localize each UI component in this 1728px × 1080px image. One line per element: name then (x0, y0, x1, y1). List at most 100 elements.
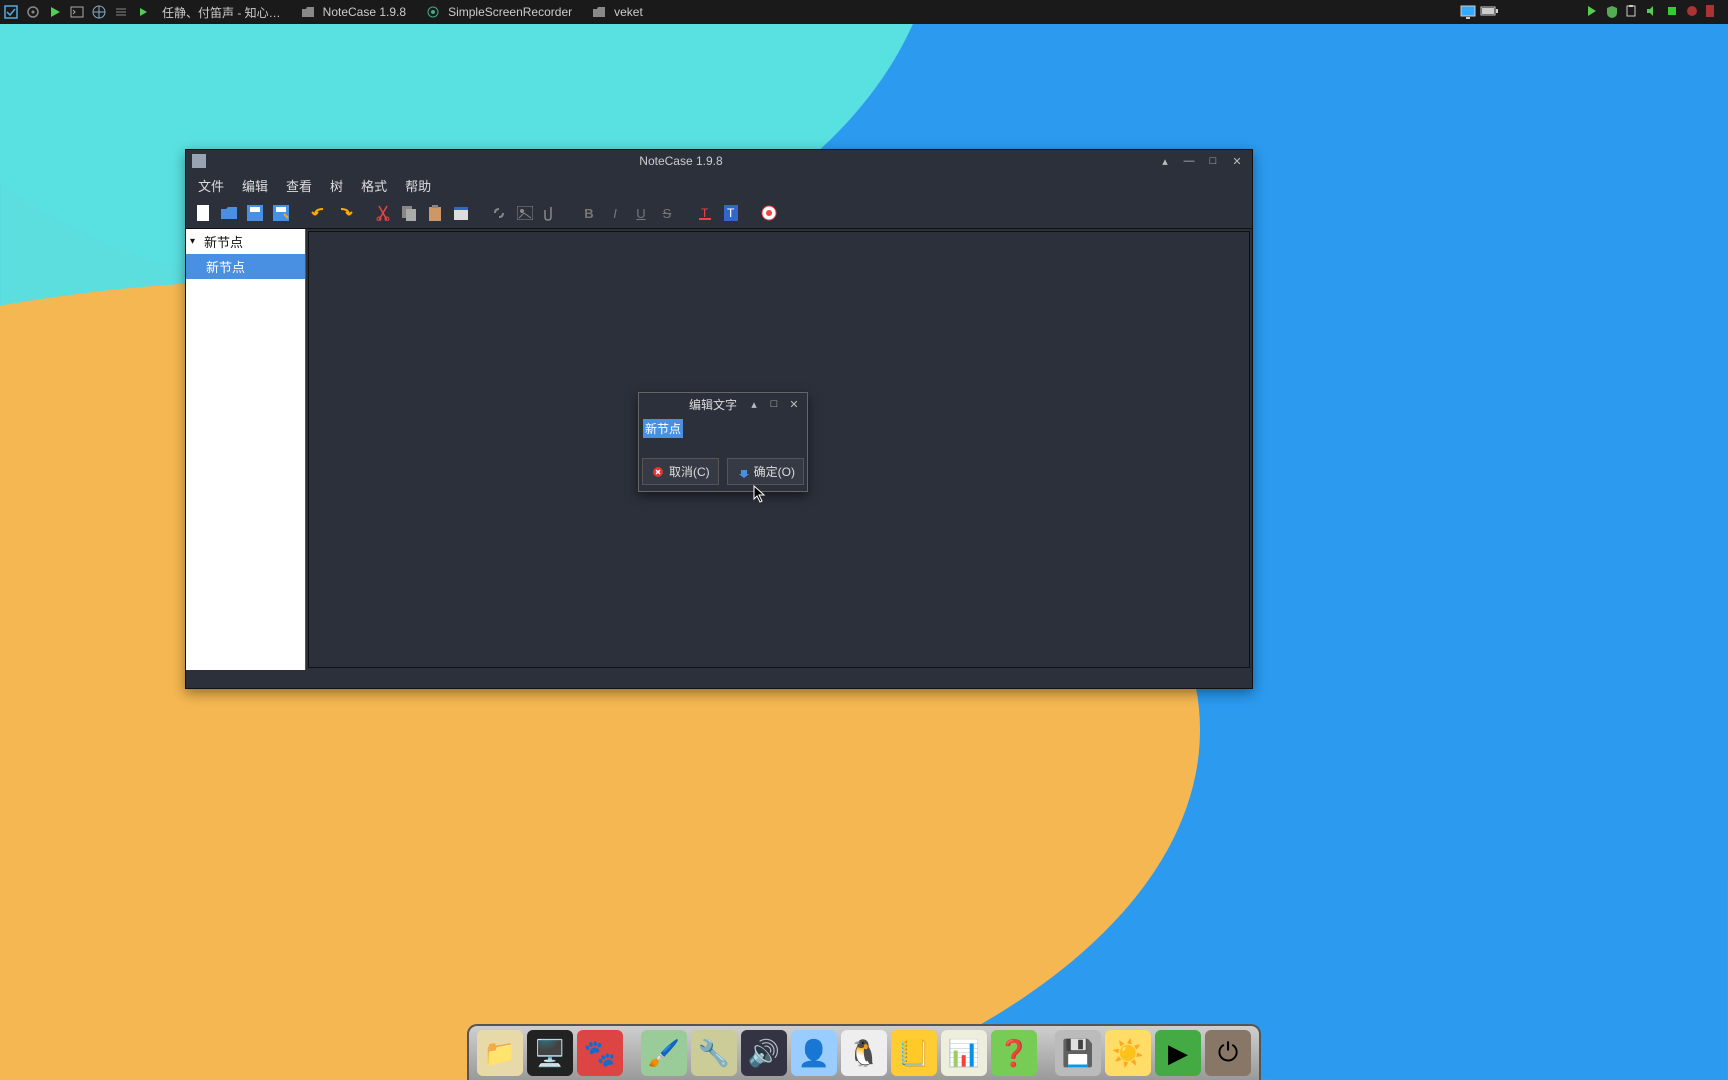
toolbar-help-icon[interactable] (758, 202, 780, 224)
system-tray (1460, 5, 1728, 19)
clock-tray-icon[interactable] (1686, 5, 1700, 19)
svg-text:T: T (701, 206, 709, 220)
ok-button[interactable]: 确定(O) (727, 458, 804, 485)
menu-view[interactable]: 查看 (278, 174, 320, 197)
tree-item-label: 新节点 (206, 257, 245, 276)
close-button[interactable]: ✕ (1230, 154, 1244, 168)
toolbar-copy-icon[interactable] (398, 202, 420, 224)
toolbar-redo-icon[interactable] (334, 202, 356, 224)
toolbar-strike-icon[interactable]: S (656, 202, 678, 224)
play-icon[interactable] (47, 4, 63, 20)
menu-help[interactable]: 帮助 (397, 174, 439, 197)
dock-help-icon[interactable]: ❓ (991, 1030, 1037, 1076)
expand-icon[interactable]: ▾ (190, 236, 200, 247)
dock-audio-icon[interactable]: 🔊 (741, 1030, 787, 1076)
dialog-maximize-button[interactable]: □ (767, 397, 781, 411)
dock-drive-icon[interactable]: 💾 (1055, 1030, 1101, 1076)
menubar: 文件 编辑 查看 树 格式 帮助 (186, 172, 1252, 198)
toolbar-attach-icon[interactable] (540, 202, 562, 224)
menu-format[interactable]: 格式 (353, 174, 395, 197)
menu-lines-icon[interactable] (113, 4, 129, 20)
taskbar-item-notecase[interactable]: NoteCase 1.9.8 (289, 0, 414, 24)
ok-icon (736, 465, 750, 479)
settings-gear-icon[interactable] (25, 4, 41, 20)
play-small-icon[interactable] (135, 4, 151, 20)
dock-notes-icon[interactable]: 📒 (891, 1030, 937, 1076)
minimize-button[interactable]: — (1182, 154, 1196, 168)
shade-button[interactable]: ▴ (1158, 154, 1172, 168)
menu-file[interactable]: 文件 (190, 174, 232, 197)
system-menu-icon[interactable] (3, 4, 19, 20)
toolbar-underline-icon[interactable]: U (630, 202, 652, 224)
toolbar-italic-icon[interactable]: I (604, 202, 626, 224)
tree-panel[interactable]: ▾ 新节点 新节点 (186, 229, 306, 670)
cancel-button[interactable]: 取消(C) (642, 458, 719, 485)
toolbar-open-icon[interactable] (218, 202, 240, 224)
dialog-input[interactable]: 新节点 (643, 419, 683, 438)
edit-text-dialog: 编辑文字 ▴ □ ✕ 新节点 取消(C) 确定(O) (638, 392, 808, 492)
volume-tray-icon[interactable] (1646, 5, 1660, 19)
dock-power-icon[interactable]: ⏻ (1205, 1030, 1251, 1076)
terminal-icon[interactable] (69, 4, 85, 20)
dock-paint-icon[interactable]: 🖌️ (641, 1030, 687, 1076)
tree-child-item[interactable]: 新节点 (186, 254, 305, 279)
toolbar-paste-icon[interactable] (424, 202, 446, 224)
toolbar-link-icon[interactable] (488, 202, 510, 224)
network-tray-icon[interactable] (1666, 5, 1680, 19)
taskbar-item-label: 任静、付笛声 - 知心… (162, 4, 281, 21)
toolbar-image-icon[interactable] (514, 202, 536, 224)
taskbar-item-music[interactable]: 任静、付笛声 - 知心… (154, 0, 289, 24)
dock-files-icon[interactable]: 📁 (477, 1030, 523, 1076)
shield-tray-icon[interactable] (1606, 5, 1620, 19)
dock-display-icon[interactable]: 🖥️ (527, 1030, 573, 1076)
clipboard-tray-icon[interactable] (1626, 5, 1640, 19)
tree-item-label: 新节点 (204, 232, 243, 251)
taskbar-item-veket[interactable]: veket (580, 0, 651, 24)
dialog-shade-button[interactable]: ▴ (747, 397, 761, 411)
menu-edit[interactable]: 编辑 (234, 174, 276, 197)
indicator-tray-icon[interactable] (1706, 5, 1720, 19)
toolbar-save-icon[interactable] (244, 202, 266, 224)
taskbar-item-recorder[interactable]: SimpleScreenRecorder (414, 0, 580, 24)
folder-icon (300, 4, 316, 20)
dock-penguin-icon[interactable]: 🐧 (841, 1030, 887, 1076)
taskbar-item-label: SimpleScreenRecorder (448, 5, 572, 19)
globe-icon[interactable] (91, 4, 107, 20)
window-titlebar[interactable]: NoteCase 1.9.8 ▴ — □ ✕ (186, 150, 1252, 172)
dialog-close-button[interactable]: ✕ (787, 397, 801, 411)
toolbar-saveas-icon[interactable] (270, 202, 292, 224)
dock-tool-icon[interactable]: 🔧 (691, 1030, 737, 1076)
dock-play-icon[interactable]: ▶ (1155, 1030, 1201, 1076)
svg-text:T: T (727, 206, 735, 220)
toolbar-undo-icon[interactable] (308, 202, 330, 224)
dock: 📁 🖥️ 🐾 🖌️ 🔧 🔊 👤 🐧 📒 📊 ❓ 💾 ☀️ ▶ ⏻ (467, 1024, 1261, 1080)
toolbar: B I U S T T (186, 198, 1252, 228)
display-tray-icon[interactable] (1460, 5, 1474, 19)
menu-tree[interactable]: 树 (322, 174, 351, 197)
dock-pet-icon[interactable]: 🐾 (577, 1030, 623, 1076)
cancel-label: 取消(C) (669, 463, 710, 480)
app-icon (192, 154, 206, 168)
toolbar-new-icon[interactable] (192, 202, 214, 224)
top-taskbar: 任静、付笛声 - 知心… NoteCase 1.9.8 SimpleScreen… (0, 0, 1728, 24)
dock-brightness-icon[interactable]: ☀️ (1105, 1030, 1151, 1076)
toolbar-bgcolor-icon[interactable]: T (720, 202, 742, 224)
dialog-title: 编辑文字 (645, 396, 741, 413)
toolbar-cut-icon[interactable] (372, 202, 394, 224)
dialog-titlebar[interactable]: 编辑文字 ▴ □ ✕ (639, 393, 807, 415)
play-tray-icon[interactable] (1586, 5, 1600, 19)
dock-chart-icon[interactable]: 📊 (941, 1030, 987, 1076)
toolbar-textcolor-icon[interactable]: T (694, 202, 716, 224)
window-title: NoteCase 1.9.8 (212, 154, 1150, 168)
taskbar-item-label: veket (614, 5, 643, 19)
record-icon (425, 4, 441, 20)
toolbar-bold-icon[interactable]: B (578, 202, 600, 224)
dock-user-icon[interactable]: 👤 (791, 1030, 837, 1076)
folder-icon (591, 4, 607, 20)
maximize-button[interactable]: □ (1206, 154, 1220, 168)
tree-root-item[interactable]: ▾ 新节点 (186, 229, 305, 254)
battery-tray-icon[interactable] (1480, 5, 1494, 19)
ok-label: 确定(O) (754, 463, 795, 480)
cancel-icon (651, 465, 665, 479)
toolbar-date-icon[interactable] (450, 202, 472, 224)
